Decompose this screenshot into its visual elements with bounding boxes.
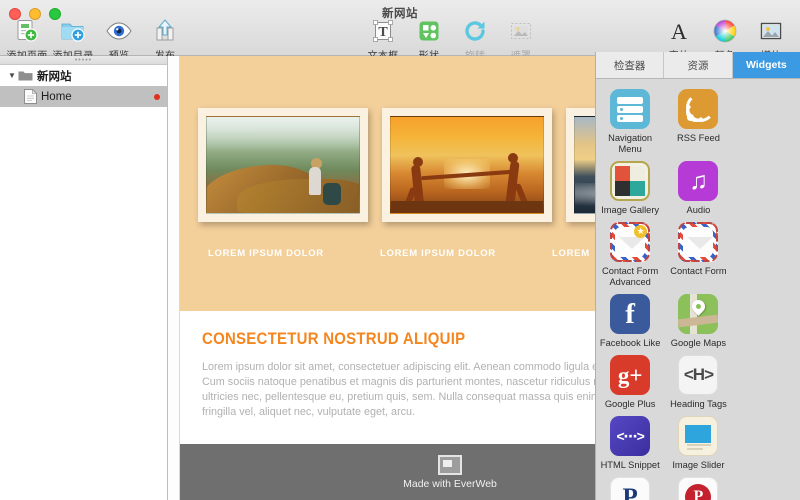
photo-caption-1: LOREM IPSUM DOLOR (208, 248, 324, 259)
photo-frame-2[interactable] (382, 108, 552, 222)
tab-assets[interactable]: 资源 (664, 52, 733, 78)
sidebar-resize-handle[interactable]: ••••• (0, 56, 167, 65)
widget-label: Navigation Menu (608, 133, 653, 154)
contact-form-advanced-icon: ★ (610, 222, 651, 262)
widget-label: Contact Form (670, 266, 727, 276)
image-slider-icon (678, 416, 719, 456)
heading-tags-icon: <H> (678, 355, 719, 395)
svg-text:A: A (671, 19, 687, 43)
inspector-tabs: 检查器 资源 Widgets (596, 52, 800, 79)
photo-caption-2: LOREM IPSUM DOLOR (380, 248, 496, 259)
navigation-menu-icon (610, 89, 651, 129)
html-snippet-icon: <⋯> (610, 416, 651, 456)
app-window: 新网站 添加页面 (0, 0, 800, 500)
widget-contact-form[interactable]: Contact Form (664, 222, 732, 288)
sidebar-site-root-label: 新网站 (37, 70, 72, 83)
widget-label: Image Slider (672, 460, 725, 470)
widget-image-slider[interactable]: Image Slider (664, 416, 732, 471)
widget-label: Heading Tags (670, 399, 727, 409)
widget-label: Contact Form Advanced (601, 266, 659, 287)
tab-widgets[interactable]: Widgets (732, 52, 800, 78)
sidebar-item-home[interactable]: Home (0, 86, 167, 107)
tab-inspector[interactable]: 检查器 (596, 52, 665, 78)
rotate-icon (463, 18, 487, 44)
shapes-icon (417, 18, 441, 44)
widget-rss-feed[interactable]: RSS Feed (664, 89, 732, 155)
rss-feed-icon (678, 89, 719, 129)
toolbar: 新网站 添加页面 (0, 0, 800, 62)
svg-text:T: T (378, 25, 388, 40)
everweb-badge-icon (438, 454, 462, 475)
widget-label: Audio (686, 205, 711, 215)
pages-sidebar: ••••• ▼ 新网站 Home (0, 56, 168, 500)
widget-facebook-like[interactable]: f Facebook Like (596, 294, 664, 349)
photo-couple-sunset (390, 116, 544, 214)
widget-label: RSS Feed (676, 133, 720, 143)
widget-pinterest-pin-it[interactable]: P Pinterest Pin It (664, 477, 732, 500)
widget-label: Image Gallery (601, 205, 660, 215)
image-gallery-icon (610, 161, 651, 201)
widget-html-snippet[interactable]: <⋯> HTML Snippet (596, 416, 664, 471)
facebook-icon: f (610, 294, 651, 334)
google-plus-icon: g+ (610, 355, 651, 395)
widget-paypal[interactable]: P Paypal (596, 477, 664, 500)
footer-text: Made with EverWeb (403, 477, 497, 490)
pinterest-icon: P (678, 477, 719, 500)
widget-google-maps[interactable]: Google Maps (664, 294, 732, 349)
media-icon (759, 18, 783, 44)
contact-form-icon (678, 222, 719, 262)
font-icon: A (667, 18, 691, 44)
audio-icon: ♫ (678, 161, 719, 201)
paypal-icon: P (610, 477, 651, 500)
widget-contact-form-advanced[interactable]: ★ Contact Form Advanced (596, 222, 664, 288)
chevron-down-icon[interactable]: ▼ (6, 71, 18, 80)
widget-heading-tags[interactable]: <H> Heading Tags (664, 355, 732, 410)
page-icon (24, 89, 37, 104)
widget-google-plus[interactable]: g+ Google Plus (596, 355, 664, 410)
widget-grid: Navigation Menu RSS Feed Image Gallery ♫… (596, 79, 800, 500)
mask-icon (509, 18, 533, 44)
widget-label: Facebook Like (599, 338, 661, 348)
widget-label: Google Plus (604, 399, 656, 409)
inspector-panel: 检查器 资源 Widgets Navigation Menu RSS Feed (595, 52, 800, 500)
preview-eye-icon (106, 18, 132, 44)
google-maps-icon (678, 294, 719, 334)
page-modified-indicator (154, 93, 160, 100)
folder-icon (18, 71, 33, 80)
sidebar-home-label: Home (41, 90, 72, 103)
photo-cliff-overlook (206, 116, 360, 214)
add-folder-icon (60, 18, 86, 44)
photo-frame-1[interactable] (198, 108, 368, 222)
widget-image-gallery[interactable]: Image Gallery (596, 161, 664, 216)
photo-caption-3: LOREM (552, 248, 590, 259)
add-page-icon (15, 18, 39, 44)
text-box-icon: T (371, 18, 395, 44)
section-heading: CONSECTETUR NOSTRUD ALIQUIP (202, 329, 466, 348)
color-wheel-icon (713, 18, 737, 44)
sidebar-item-site-root[interactable]: ▼ 新网站 (0, 65, 167, 86)
publish-upload-icon (154, 18, 176, 44)
widget-label: HTML Snippet (600, 460, 660, 470)
widget-navigation-menu[interactable]: Navigation Menu (596, 89, 664, 155)
widget-audio[interactable]: ♫ Audio (664, 161, 732, 216)
widget-label: Google Maps (670, 338, 727, 348)
